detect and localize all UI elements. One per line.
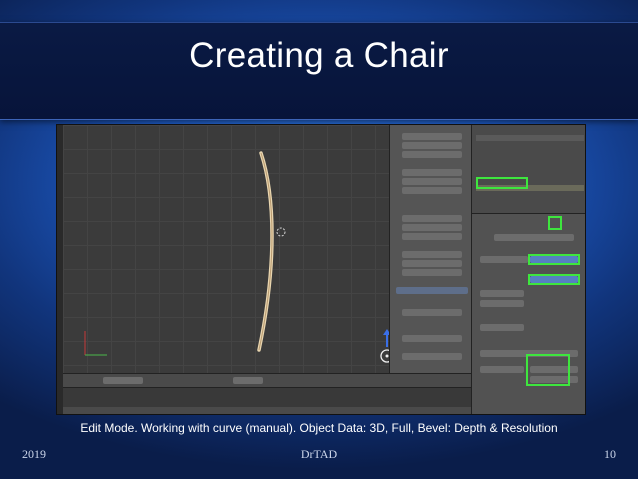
preview-u-field[interactable] bbox=[480, 290, 524, 297]
footer-page-number: 10 bbox=[604, 447, 616, 461]
dimensions-y-field[interactable] bbox=[402, 260, 462, 267]
slide: Creating a Chair Edit Mode. Working with… bbox=[0, 0, 638, 479]
3d-viewport[interactable] bbox=[63, 125, 439, 373]
outliner-camera-row[interactable] bbox=[476, 165, 584, 171]
mode-selector[interactable] bbox=[103, 377, 143, 384]
properties-sidebar[interactable] bbox=[389, 125, 471, 373]
viewport-header[interactable] bbox=[63, 373, 471, 387]
location-z-field[interactable] bbox=[402, 151, 462, 158]
view-lens-field[interactable] bbox=[402, 335, 462, 342]
location-y-field[interactable] bbox=[402, 142, 462, 149]
scale-y-field[interactable] bbox=[402, 224, 462, 231]
bevel-highlight-box bbox=[526, 354, 570, 386]
3d-cursor-icon bbox=[276, 227, 286, 237]
rotation-x-field[interactable] bbox=[402, 169, 462, 176]
scale-z-field[interactable] bbox=[402, 233, 462, 240]
offset-field[interactable] bbox=[480, 366, 524, 373]
2d-button[interactable] bbox=[480, 256, 528, 263]
pivot-selector[interactable] bbox=[233, 377, 263, 384]
new-layer-button[interactable] bbox=[402, 309, 462, 316]
properties-editor[interactable] bbox=[471, 213, 585, 414]
rotation-z-field[interactable] bbox=[402, 187, 462, 194]
dimensions-x-field[interactable] bbox=[402, 251, 462, 258]
outliner-world-row[interactable] bbox=[476, 155, 584, 161]
slide-caption: Edit Mode. Working with curve (manual). … bbox=[80, 421, 558, 435]
3d-highlight-box bbox=[528, 254, 580, 265]
fill-highlight-box bbox=[528, 274, 580, 285]
curve-data-icon[interactable] bbox=[548, 216, 562, 230]
timeline-header[interactable] bbox=[63, 407, 471, 414]
curve-highlight-box bbox=[476, 177, 528, 189]
render-u-field[interactable] bbox=[480, 300, 524, 307]
outliner[interactable] bbox=[471, 125, 585, 213]
lock-to-object-field[interactable] bbox=[402, 353, 462, 360]
outliner-scene-row[interactable] bbox=[476, 135, 584, 141]
slide-title: Creating a Chair bbox=[189, 36, 449, 75]
timeline[interactable] bbox=[63, 387, 471, 414]
outliner-renderlayers-row[interactable] bbox=[476, 145, 584, 151]
curve-name-field[interactable] bbox=[494, 234, 574, 241]
location-x-field[interactable] bbox=[402, 133, 462, 140]
scale-x-field[interactable] bbox=[402, 215, 462, 222]
rotation-y-field[interactable] bbox=[402, 178, 462, 185]
grease-pencil-tab[interactable] bbox=[396, 287, 468, 294]
curve-object[interactable] bbox=[63, 125, 439, 373]
dimensions-z-field[interactable] bbox=[402, 269, 462, 276]
smooth-field[interactable] bbox=[480, 324, 524, 331]
footer-author: DrTAD bbox=[300, 447, 338, 461]
blender-screenshot bbox=[56, 124, 586, 415]
